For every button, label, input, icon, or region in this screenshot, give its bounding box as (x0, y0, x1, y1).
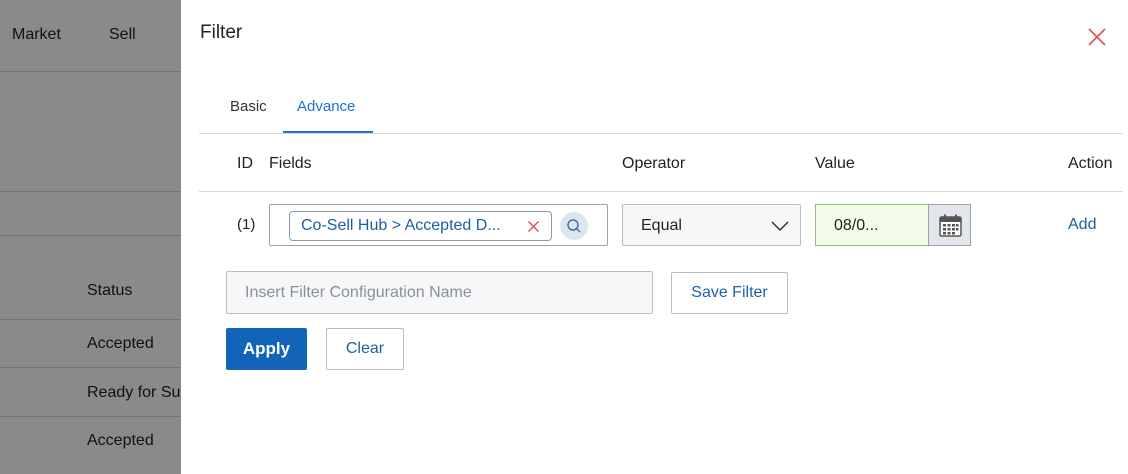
header-divider (199, 191, 1123, 192)
fields-input[interactable]: Co-Sell Hub > Accepted D... (269, 204, 608, 246)
apply-button[interactable]: Apply (226, 328, 307, 370)
date-value-input[interactable]: 08/0... (815, 204, 929, 246)
clear-button[interactable]: Clear (326, 328, 404, 370)
column-header-value: Value (815, 155, 855, 172)
filter-config-name-input[interactable] (226, 271, 653, 314)
row-id: (1) (237, 216, 256, 233)
column-header-fields: Fields (269, 155, 312, 172)
active-tab-indicator (283, 131, 373, 133)
field-chip-label: Co-Sell Hub > Accepted D... (301, 217, 501, 234)
drawer-title: Filter (200, 22, 243, 43)
field-chip: Co-Sell Hub > Accepted D... (289, 211, 552, 241)
close-icon[interactable] (1086, 26, 1108, 48)
filter-drawer: Filter Basic Advance ID Fields Operator … (181, 0, 1128, 474)
chevron-down-icon (770, 219, 790, 237)
add-filter-link[interactable]: Add (1068, 216, 1096, 234)
column-header-operator: Operator (622, 155, 686, 172)
save-filter-button[interactable]: Save Filter (671, 272, 788, 314)
column-header-action: Action (1068, 155, 1113, 172)
filter-tabs: Basic Advance (199, 86, 1123, 134)
calendar-icon[interactable] (928, 204, 971, 246)
date-value: 08/0... (834, 217, 879, 234)
operator-select[interactable]: Equal (622, 204, 801, 246)
column-header-id: ID (237, 155, 253, 172)
tab-basic[interactable]: Basic (230, 98, 267, 115)
operator-value: Equal (641, 217, 682, 234)
remove-chip-icon[interactable] (527, 220, 540, 233)
search-icon[interactable] (560, 212, 588, 240)
tab-advance[interactable]: Advance (297, 98, 355, 115)
